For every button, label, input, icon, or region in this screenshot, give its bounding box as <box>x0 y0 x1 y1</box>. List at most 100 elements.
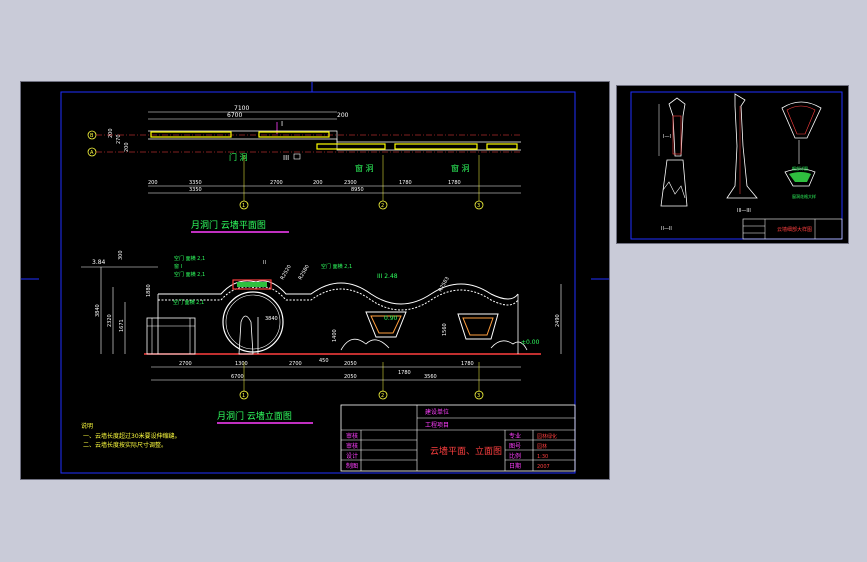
moon-gate <box>222 291 284 353</box>
svg-text:2700: 2700 <box>270 180 283 186</box>
svg-text:1: 1 <box>242 393 245 399</box>
rockery <box>340 338 390 351</box>
plan-title: 月洞门 云墙平面图 <box>191 219 266 231</box>
svg-text:R2520: R2520 <box>280 264 293 281</box>
section-3: III—III <box>726 93 758 214</box>
svg-text:2490: 2490 <box>555 314 561 327</box>
svg-text:300: 300 <box>118 250 124 260</box>
svg-text:图号: 图号 <box>509 443 521 450</box>
svg-text:3840: 3840 <box>265 316 278 322</box>
detail-frame <box>630 91 843 240</box>
section-1: I—I <box>658 97 686 157</box>
plan-view: 7100 6700 200 I B A 200 270 200 门 洞 III … <box>87 105 521 233</box>
detail-drawing-sheet: I—I II—II III—III 细部详图 窗洞花格大样 云墙细部大样图 <box>616 85 849 244</box>
detail-title-block: 云墙细部大样图 <box>742 218 843 240</box>
title-block: 建设单位 工程项目 审核 审核 设计 制图 云墙平面、立面图 专业 图号 比例 … <box>340 404 576 472</box>
plan-wall-segment <box>486 143 518 150</box>
svg-text:2007: 2007 <box>537 464 550 470</box>
cloud-wall-top <box>158 280 519 305</box>
svg-text:工程项目: 工程项目 <box>425 421 449 429</box>
svg-text:3.84: 3.84 <box>92 259 106 266</box>
plan-label-window-1: 窗 洞 <box>355 163 374 173</box>
elevation-title: 月洞门 云墙立面图 <box>217 410 292 422</box>
svg-text:制图: 制图 <box>346 462 358 470</box>
svg-text:A: A <box>90 150 94 156</box>
elevation-view: 3.84 300 3840 2320 1671 1880 空门 面横 2,1 空… <box>81 250 562 424</box>
plan-dim-top-3: 200 <box>337 112 349 119</box>
plan-wall-segment <box>316 143 386 150</box>
svg-text:1780: 1780 <box>398 370 411 376</box>
svg-text:1560: 1560 <box>442 323 448 336</box>
callout: 空门 面横 2,1 <box>321 263 352 270</box>
svg-text:1780: 1780 <box>461 361 474 367</box>
note-item: 二、云墙长度按实际尺寸调整。 <box>83 441 167 449</box>
detail-note: 窗洞花格大样 <box>792 193 816 199</box>
svg-text:园林绿化: 园林绿化 <box>537 433 557 440</box>
detail-title: 云墙细部大样图 <box>777 226 812 233</box>
detail-note: 细部详图 <box>792 165 808 171</box>
callout: II <box>263 260 266 266</box>
svg-text:2050: 2050 <box>344 374 357 380</box>
svg-text:3: 3 <box>477 203 480 209</box>
svg-text:200: 200 <box>124 142 130 152</box>
window-detail: 细部详图 窗洞花格大样 <box>781 101 822 199</box>
callout: 空门 面横 2,1 <box>174 271 205 278</box>
svg-text:1780: 1780 <box>448 180 461 186</box>
svg-text:1671: 1671 <box>119 319 125 332</box>
callout: 窗 I <box>174 263 182 270</box>
svg-text:2: 2 <box>381 203 384 209</box>
plan-dim-top-1: 7100 <box>234 105 249 112</box>
svg-text:审核: 审核 <box>346 432 358 440</box>
pavilion-left <box>146 317 196 355</box>
svg-text:1300: 1300 <box>235 361 248 367</box>
callout: 0.90 <box>384 315 398 322</box>
svg-text:审核: 审核 <box>346 442 358 450</box>
svg-text:3560: 3560 <box>424 374 437 380</box>
svg-text:1:30: 1:30 <box>537 454 548 460</box>
svg-text:450: 450 <box>319 358 329 364</box>
plan-dim-top-2: 6700 <box>227 112 242 119</box>
plan-wall-segment <box>394 143 478 150</box>
plan-section-mark: I <box>281 120 283 128</box>
svg-text:园林: 园林 <box>537 443 547 450</box>
svg-text:比例: 比例 <box>509 452 521 460</box>
svg-text:建设单位: 建设单位 <box>425 408 449 416</box>
svg-text:200: 200 <box>148 180 158 186</box>
callout: 空门 面横 2,1 <box>173 299 204 306</box>
svg-text:R2583: R2583 <box>438 276 451 293</box>
svg-text:3350: 3350 <box>189 187 202 193</box>
plan-label-window-2: 窗 洞 <box>451 163 470 173</box>
svg-text:1: 1 <box>242 203 245 209</box>
section-2: II—II <box>660 159 688 232</box>
svg-text:8950: 8950 <box>351 187 364 193</box>
svg-text:3840: 3840 <box>95 304 101 317</box>
section-label: III—III <box>737 208 751 214</box>
svg-text:270: 270 <box>116 134 122 144</box>
callout: III 2.48 <box>377 273 398 280</box>
svg-text:2700: 2700 <box>289 361 302 367</box>
svg-text:2700: 2700 <box>179 361 192 367</box>
plan-label-section: III <box>283 154 289 162</box>
section-label: I—I <box>663 134 671 140</box>
notes-block: 说明 一、云墙长度超过30米要设伸缩缝。 二、云墙长度按实际尺寸调整。 <box>81 422 181 449</box>
plan-label-door: 门 洞 <box>229 152 248 162</box>
svg-text:3350: 3350 <box>189 180 202 186</box>
detail-drawing-canvas: I—I II—II III—III 细部详图 窗洞花格大样 云墙细部大样图 <box>630 91 843 240</box>
svg-text:2050: 2050 <box>344 361 357 367</box>
svg-text:200: 200 <box>313 180 323 186</box>
svg-text:1880: 1880 <box>146 284 152 297</box>
cloud-wall-tiles <box>158 286 519 311</box>
svg-text:B: B <box>90 133 94 139</box>
svg-text:2320: 2320 <box>107 314 113 327</box>
svg-text:200: 200 <box>108 128 114 138</box>
note-item: 一、云墙长度超过30米要设伸缩缝。 <box>83 432 181 440</box>
plan-wall-segment <box>150 131 232 138</box>
svg-text:2: 2 <box>381 393 384 399</box>
main-drawing-sheet: 7100 6700 200 I B A 200 270 200 门 洞 III … <box>20 81 610 480</box>
svg-text:3: 3 <box>477 393 480 399</box>
main-drawing-canvas: 7100 6700 200 I B A 200 270 200 门 洞 III … <box>21 82 609 474</box>
plan-wall-segment <box>258 131 330 138</box>
callout: 空门 面横 2,1 <box>174 255 205 262</box>
svg-text:R2580: R2580 <box>298 264 311 281</box>
notes-heading: 说明 <box>81 422 93 430</box>
